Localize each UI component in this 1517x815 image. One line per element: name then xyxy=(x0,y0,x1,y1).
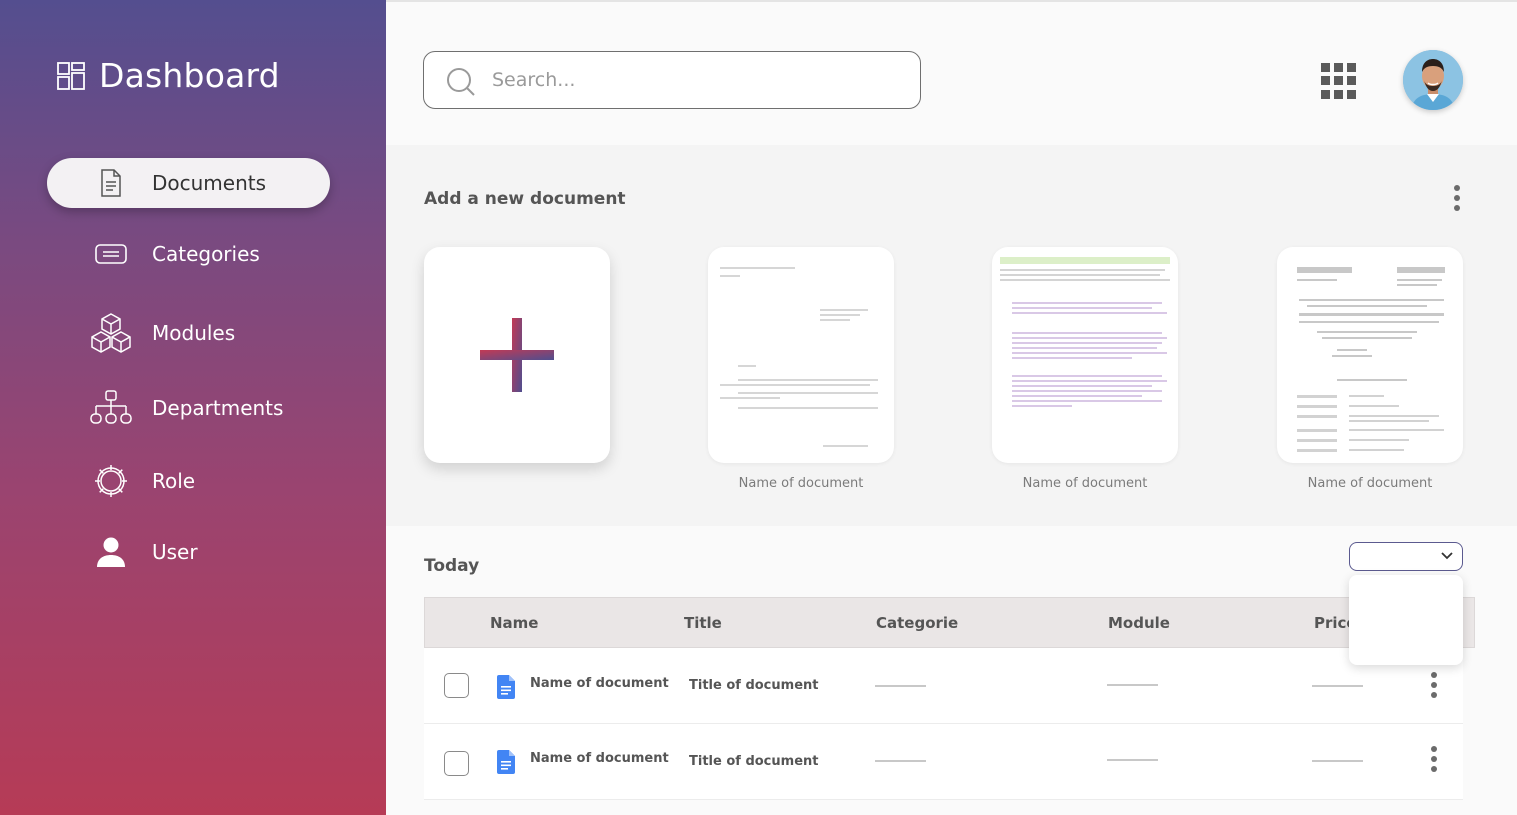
row-module-empty xyxy=(1107,759,1158,761)
document-caption: Name of document xyxy=(1022,476,1148,491)
sidebar-item-documents[interactable]: Documents xyxy=(47,158,330,208)
apps-grid-icon[interactable] xyxy=(1321,63,1357,99)
sidebar-item-modules[interactable]: Modules xyxy=(47,308,330,358)
sidebar-item-label: Modules xyxy=(152,321,236,345)
chevron-down-icon xyxy=(1441,552,1453,560)
user-avatar[interactable] xyxy=(1403,50,1463,110)
sidebar: Dashboard Documents Categories Modules D… xyxy=(0,0,386,815)
row-checkbox[interactable] xyxy=(444,751,469,776)
row-title: Title of document xyxy=(689,678,819,693)
brand-title: Dashboard xyxy=(99,56,280,95)
user-icon xyxy=(89,530,133,574)
search-input[interactable] xyxy=(492,66,892,94)
row-price-empty xyxy=(1312,685,1363,687)
row-more-icon[interactable] xyxy=(1429,672,1439,698)
row-price-empty xyxy=(1312,760,1363,762)
column-header-name[interactable]: Name xyxy=(490,614,538,632)
row-checkbox[interactable] xyxy=(444,673,469,698)
column-header-categorie[interactable]: Categorie xyxy=(876,614,958,632)
cubes-icon xyxy=(89,311,133,355)
filter-dropdown[interactable] xyxy=(1349,542,1463,571)
sidebar-item-departments[interactable]: Departments xyxy=(47,383,330,433)
today-title: Today xyxy=(424,556,480,576)
sidebar-item-label: Documents xyxy=(152,171,267,195)
document-caption: Name of document xyxy=(738,476,864,491)
document-caption: Name of document xyxy=(1307,476,1433,491)
add-document-card[interactable] xyxy=(424,247,610,463)
document-thumbnail[interactable] xyxy=(708,247,894,463)
filter-dropdown-menu[interactable] xyxy=(1349,575,1463,665)
column-header-module[interactable]: Module xyxy=(1108,614,1170,632)
sidebar-item-label: Categories xyxy=(152,242,260,266)
table-header: Name Title Categorie Module Price xyxy=(424,597,1475,648)
table-row[interactable]: Name of document Title of document xyxy=(424,648,1463,724)
sidebar-item-label: Role xyxy=(152,469,196,493)
sidebar-item-user[interactable]: User xyxy=(47,527,330,577)
search-icon xyxy=(447,68,475,96)
document-thumbnail[interactable] xyxy=(1277,247,1463,463)
plus-icon xyxy=(480,318,554,392)
dashboard-grid-icon xyxy=(57,61,85,90)
sidebar-item-label: Departments xyxy=(152,396,284,420)
more-options-icon[interactable] xyxy=(1452,185,1462,211)
row-name[interactable]: Name of document xyxy=(530,676,669,691)
add-document-section: Add a new document Name of document Name… xyxy=(386,145,1517,526)
section-title: Add a new document xyxy=(424,189,626,209)
document-thumbnail[interactable] xyxy=(992,247,1178,463)
top-bar xyxy=(386,0,1517,145)
list-card-icon xyxy=(89,232,133,276)
brand[interactable]: Dashboard xyxy=(57,56,280,95)
row-title: Title of document xyxy=(689,754,819,769)
row-module-empty xyxy=(1107,684,1158,686)
row-name[interactable]: Name of document xyxy=(530,751,669,766)
hierarchy-icon xyxy=(89,386,133,430)
gear-icon xyxy=(89,459,133,503)
sidebar-item-role[interactable]: Role xyxy=(47,456,330,506)
google-doc-icon xyxy=(497,675,515,703)
row-categorie-empty xyxy=(875,760,926,762)
document-icon xyxy=(89,161,133,205)
google-doc-icon xyxy=(497,750,515,778)
sidebar-item-label: User xyxy=(152,540,198,564)
search-box[interactable] xyxy=(423,51,921,109)
table-row[interactable]: Name of document Title of document xyxy=(424,724,1463,800)
sidebar-item-categories[interactable]: Categories xyxy=(47,229,330,279)
row-categorie-empty xyxy=(875,685,926,687)
row-more-icon[interactable] xyxy=(1429,746,1439,772)
column-header-title[interactable]: Title xyxy=(684,614,722,632)
